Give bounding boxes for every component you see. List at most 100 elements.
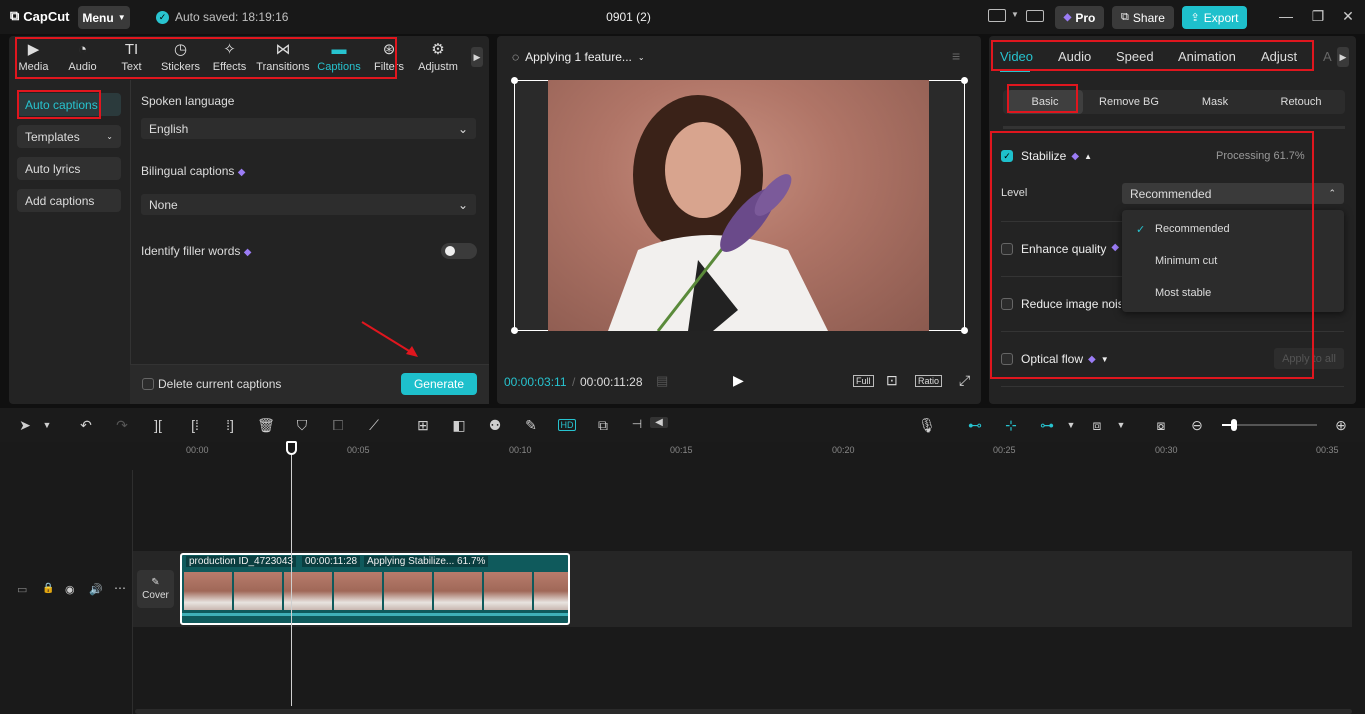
chevron-down-icon[interactable]: ▼ <box>1011 10 1019 19</box>
magic-icon[interactable]: ✎ <box>522 417 540 434</box>
lock-icon[interactable]: 🔒 <box>42 583 54 594</box>
tabs-scroll-right-button[interactable]: ▶ <box>1337 47 1349 67</box>
arrow-annotation <box>360 320 422 363</box>
stabilize-label: Stabilize◆▲ <box>1021 149 1092 163</box>
tab-video[interactable]: Video <box>1000 49 1033 64</box>
link-icon[interactable]: ⊶ <box>1038 417 1056 434</box>
bilingual-captions-select[interactable]: None⌄ <box>141 194 476 215</box>
speed-curve-icon[interactable]: ⟋ <box>365 417 383 434</box>
level-option-recommended[interactable]: Recommended <box>1155 223 1230 235</box>
cutout-icon[interactable]: ⚉ <box>486 417 504 434</box>
select-cursor-icon[interactable]: ➤ <box>16 417 34 434</box>
fullscreen-icon[interactable]: ⤢ <box>959 372 970 389</box>
more-icon[interactable]: ⋯ <box>114 581 126 595</box>
add-media-icon[interactable]: ⊞ <box>414 417 432 434</box>
tool-effects[interactable]: ✧Effects <box>205 36 254 78</box>
split-icon[interactable]: ][ <box>149 417 167 433</box>
subtab-remove-bg[interactable]: Remove BG <box>1091 90 1167 114</box>
tool-text[interactable]: TIText <box>107 36 156 78</box>
tab-animation[interactable]: Animation <box>1178 49 1236 64</box>
layout-icon[interactable] <box>988 9 1006 22</box>
time-ruler[interactable]: 00:00 00:05 00:10 00:15 00:20 00:25 00:3… <box>182 445 1352 459</box>
subtab-mask[interactable]: Mask <box>1177 90 1253 114</box>
full-quality-button[interactable]: Full <box>853 375 874 387</box>
trim-icon[interactable]: ⊣ <box>628 417 646 431</box>
play-icon[interactable]: ▶ <box>733 372 744 389</box>
filler-words-toggle[interactable] <box>441 243 477 259</box>
video-clip[interactable]: production ID_4723043 00:00:11:28 Applyi… <box>180 553 570 625</box>
subtab-basic[interactable]: Basic <box>1007 90 1083 114</box>
chevron-down-icon[interactable]: ▼ <box>1101 355 1109 364</box>
delete-captions-checkbox[interactable] <box>142 378 154 390</box>
tab-audio[interactable]: Audio <box>1058 49 1091 64</box>
playhead-handle[interactable] <box>286 441 297 455</box>
level-option-most-stable[interactable]: Most stable <box>1155 287 1211 299</box>
level-option-minimum-cut[interactable]: Minimum cut <box>1155 255 1217 267</box>
level-select[interactable]: Recommended⌃ <box>1122 183 1344 204</box>
cover-button[interactable]: ✎Cover <box>137 570 174 608</box>
keyboard-icon[interactable] <box>1026 10 1044 22</box>
redo-icon[interactable]: ↷ <box>113 417 131 434</box>
tool-captions[interactable]: ▬Captions <box>312 36 366 78</box>
sidebar-item-templates[interactable]: Templates⌄ <box>17 125 121 148</box>
subtitle-icon[interactable]: ⧇ <box>1152 417 1170 434</box>
delete-right-icon[interactable]: ⁞] <box>221 417 239 433</box>
pro-button[interactable]: ◆Pro <box>1055 6 1104 29</box>
speaker-icon[interactable]: 🔊 <box>89 583 103 596</box>
trash-icon[interactable]: 🗑 <box>257 417 275 434</box>
chevron-up-icon[interactable]: ▲ <box>1084 152 1092 161</box>
stabilize-checkbox[interactable]: ✓ <box>1001 150 1013 162</box>
zoom-in-icon[interactable]: ⊕ <box>1332 417 1350 434</box>
export-button[interactable]: ⇪Export <box>1182 6 1247 29</box>
tool-filters[interactable]: ⊛Filters <box>366 36 412 78</box>
crop-icon[interactable]: ⧠ <box>329 417 347 434</box>
preview-axis-icon[interactable]: ⧈ <box>1088 417 1106 434</box>
snapshot-icon[interactable]: ⊡ <box>886 372 898 389</box>
auto-snap-icon[interactable]: ⊹ <box>1002 417 1020 434</box>
chevron-down-icon[interactable]: ▼ <box>1112 420 1130 430</box>
share-button[interactable]: ⧉Share <box>1112 6 1174 29</box>
tools-scroll-right-button[interactable]: ▶ <box>471 47 483 67</box>
optical-flow-checkbox[interactable] <box>1001 353 1013 365</box>
minimize-icon[interactable]: — <box>1276 8 1296 24</box>
enhance-quality-checkbox[interactable] <box>1001 243 1013 255</box>
tool-stickers[interactable]: ◷Stickers <box>156 36 205 78</box>
main-track-magnet-icon[interactable]: ⊷ <box>966 417 984 434</box>
marker-icon[interactable]: ⛉ <box>293 417 311 434</box>
reduce-noise-checkbox[interactable] <box>1001 298 1013 310</box>
ratio-button[interactable]: Ratio <box>915 375 942 387</box>
zoom-out-icon[interactable]: ⊖ <box>1188 417 1206 434</box>
eye-icon[interactable]: ◉ <box>65 583 75 596</box>
microphone-icon[interactable]: 🎙 <box>918 417 936 434</box>
horizontal-scrollbar[interactable] <box>135 709 1352 714</box>
player-menu-icon[interactable]: ≡ <box>952 48 960 64</box>
tab-more[interactable]: A <box>1323 49 1332 64</box>
hd-icon[interactable]: HD <box>558 419 576 431</box>
tool-audio[interactable]: ◔Audio <box>58 36 107 78</box>
clip-duration: 00:00:11:28 <box>302 556 360 567</box>
chevron-down-icon[interactable]: ▼ <box>38 420 56 430</box>
timeline-grid-icon[interactable]: ▤ <box>656 373 668 389</box>
generate-button[interactable]: Generate <box>401 373 477 395</box>
tab-speed[interactable]: Speed <box>1116 49 1154 64</box>
spoken-language-select[interactable]: English⌄ <box>141 118 476 139</box>
tab-adjust[interactable]: Adjust <box>1261 49 1297 64</box>
close-icon[interactable]: ✕ <box>1338 8 1358 25</box>
mirror-icon[interactable]: ◧ <box>450 417 468 434</box>
chevron-down-icon[interactable]: ▼ <box>1062 420 1080 430</box>
maximize-icon[interactable]: ❐ <box>1308 8 1328 25</box>
tool-media[interactable]: ▶Media <box>9 36 58 78</box>
sidebar-item-add-captions[interactable]: Add captions <box>17 189 121 212</box>
zoom-slider[interactable] <box>1222 424 1317 426</box>
playhead[interactable] <box>291 442 292 706</box>
collapse-left-icon[interactable]: ◀ <box>650 417 668 428</box>
freeze-icon[interactable]: ⧉ <box>594 417 612 434</box>
sidebar-item-auto-lyrics[interactable]: Auto lyrics <box>17 157 121 180</box>
tool-adjustment[interactable]: ⚙Adjustm <box>412 36 464 78</box>
apply-to-all-button[interactable]: Apply to all <box>1274 348 1344 369</box>
delete-left-icon[interactable]: [⁞ <box>186 417 204 433</box>
undo-icon[interactable]: ↶ <box>77 417 95 434</box>
sidebar-item-auto-captions[interactable]: Auto captions <box>17 93 121 116</box>
tool-transitions[interactable]: ⋈Transitions <box>254 36 312 78</box>
subtab-retouch[interactable]: Retouch <box>1263 90 1339 114</box>
